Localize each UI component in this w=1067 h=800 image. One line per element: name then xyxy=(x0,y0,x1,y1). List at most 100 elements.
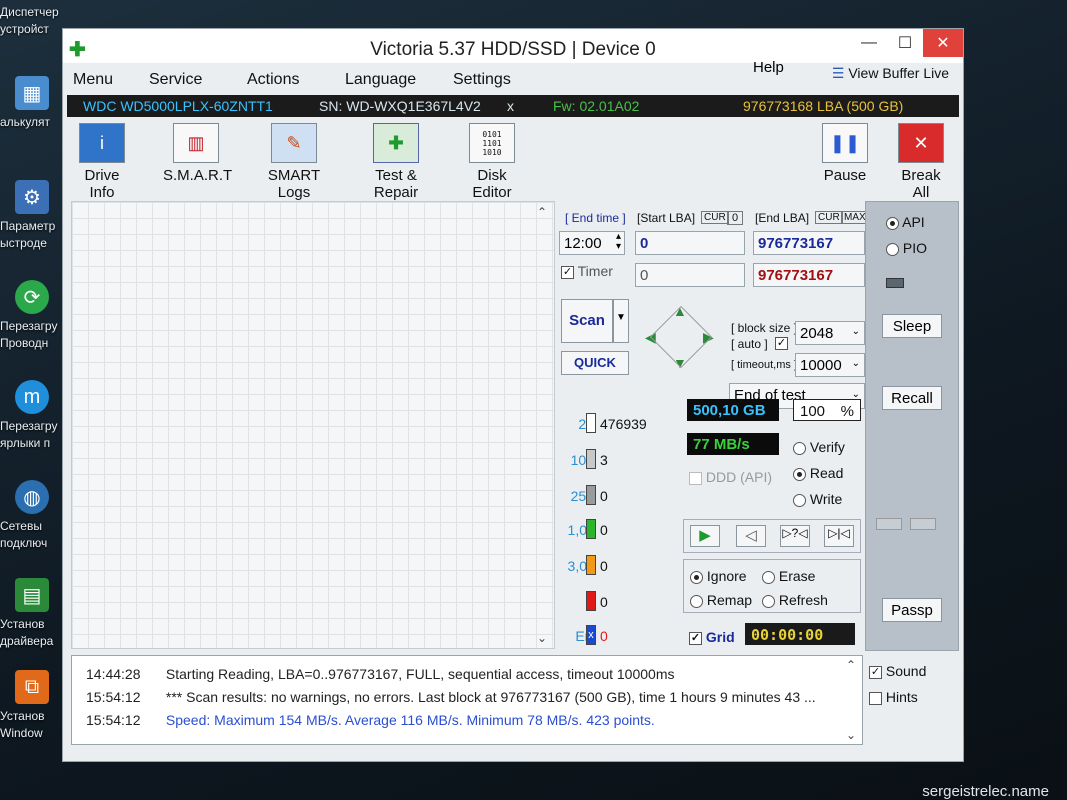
action-mode-group: Ignore Erase Remap Refresh xyxy=(683,559,861,613)
test-repair-button[interactable]: ✚ Test & Repair xyxy=(353,123,439,201)
desktop-icon-driver-install[interactable]: ▤ Установ драйвера xyxy=(0,578,64,650)
scan-button[interactable]: Scan xyxy=(561,299,613,343)
skip-random-icon[interactable]: ▷?◁ xyxy=(780,525,810,547)
ignore-label: Ignore xyxy=(706,568,747,584)
erase-radio[interactable]: Erase xyxy=(762,568,815,584)
scan-map-grid[interactable] xyxy=(71,201,555,649)
remap-radio[interactable]: Remap xyxy=(690,592,752,608)
play-icon[interactable]: ▶ xyxy=(690,525,720,547)
start-lba-label: [Start LBA] xyxy=(637,211,696,225)
menu-item-help[interactable]: Help xyxy=(753,59,784,76)
smart-button[interactable]: ▥ S.M.A.R.T xyxy=(163,123,233,184)
end-time-input[interactable]: 12:00 ▴ ▾ xyxy=(559,231,625,255)
menu-item-actions[interactable]: Actions xyxy=(247,71,299,89)
passp-button[interactable]: Passp xyxy=(882,598,942,622)
sound-checkbox[interactable]: ✓ Sound xyxy=(869,663,959,679)
chevron-up-icon[interactable]: ⌃ xyxy=(537,205,547,219)
scanned-size: 500,10 GB xyxy=(687,399,779,421)
smart-logs-button[interactable]: ✎ SMART Logs xyxy=(253,123,335,201)
write-radio[interactable]: Write xyxy=(793,491,842,507)
api-radio[interactable]: API xyxy=(886,214,925,230)
start-lba-zero-button[interactable]: 0 xyxy=(727,211,744,225)
desktop-icon-settings[interactable]: ⚙ Параметр ыстроде xyxy=(0,180,64,252)
timer-checkbox[interactable]: ✓ Timer xyxy=(561,263,613,279)
device-info-bar[interactable]: WDC WD5000LPLX-60ZNTT1 SN: WD-WXQ1E367L4… xyxy=(67,95,959,117)
current-speed: 77 MB/s xyxy=(687,433,779,455)
sleep-button[interactable]: Sleep xyxy=(882,314,942,338)
grid-scrollbar[interactable]: ⌃ ⌄ xyxy=(533,205,551,645)
device-serial: SN: WD-WXQ1E367L4V2 xyxy=(319,98,481,114)
stat-value: 3 xyxy=(600,452,608,468)
log-time: 15:54:12 xyxy=(86,689,141,705)
verify-radio[interactable]: Verify xyxy=(793,439,845,455)
desktop-icon-restart-explorer[interactable]: ⟳ Перезагру Проводн xyxy=(0,280,64,352)
end-time-value: 12:00 xyxy=(564,235,602,252)
ignore-radio[interactable]: Ignore xyxy=(690,568,747,584)
block-size-select[interactable]: 2048 ⌄ xyxy=(795,321,865,345)
desktop-icon-windows-install[interactable]: ⧉ Установ Window xyxy=(0,670,64,742)
menu-item-settings[interactable]: Settings xyxy=(453,71,511,89)
refresh-shortcuts-icon: m xyxy=(15,380,49,414)
menu-item-language[interactable]: Language xyxy=(345,71,416,89)
api-label: API xyxy=(902,214,925,230)
view-buffer-live[interactable]: ☰ View Buffer Live xyxy=(832,65,949,82)
chevron-down-icon[interactable]: ⌄ xyxy=(537,631,547,645)
small-toggle-icon[interactable] xyxy=(876,518,902,530)
break-all-button[interactable]: ✕ Break All xyxy=(893,123,949,201)
auto-checkbox[interactable]: ✓ xyxy=(775,337,788,350)
menu-item-menu[interactable]: Menu xyxy=(73,71,113,89)
desktop-icon-network[interactable]: ◍ Сетевы подключ xyxy=(0,480,64,552)
drive-info-button[interactable]: i Drive Info xyxy=(71,123,133,201)
driver-install-icon: ▤ xyxy=(15,578,49,612)
menu-item-service[interactable]: Service xyxy=(149,71,202,89)
desktop-icon-refresh-shortcuts[interactable]: m Перезагру ярлыки п xyxy=(0,380,64,452)
erase-label: Erase xyxy=(778,568,816,584)
grid-checkbox[interactable]: ✓ Grid xyxy=(689,629,735,645)
timeout-label: [ timeout,ms ] xyxy=(731,359,798,371)
desktop-icon-device-manager[interactable]: Диспетчер устройст xyxy=(0,4,64,38)
maximize-button[interactable]: ☐ xyxy=(887,29,923,57)
quick-button[interactable]: QUICK xyxy=(561,351,629,375)
radio-indicator xyxy=(793,467,806,481)
radio-indicator xyxy=(886,216,899,230)
recall-button[interactable]: Recall xyxy=(882,386,942,410)
pause-button[interactable]: ❚❚ Pause xyxy=(821,123,869,184)
device-close-x[interactable]: x xyxy=(507,98,514,114)
hints-check-icon xyxy=(869,691,882,705)
desktop-icon-calculator[interactable]: ▦ алькулят xyxy=(0,76,64,131)
end-lba-input[interactable]: 976773167 xyxy=(753,231,865,255)
pio-radio[interactable]: PIO xyxy=(886,240,927,256)
read-radio[interactable]: Read xyxy=(793,465,843,481)
minimize-button[interactable]: — xyxy=(851,29,887,57)
radio-indicator xyxy=(690,570,703,584)
refresh-radio[interactable]: Refresh xyxy=(762,592,828,608)
close-button[interactable]: ✕ xyxy=(923,29,963,57)
ddd-api-checkbox[interactable]: DDD (API) xyxy=(689,469,772,485)
windows-install-icon: ⧉ xyxy=(15,670,49,704)
medical-cross-icon: ✚ xyxy=(373,123,419,163)
spinner-icon[interactable]: ▴ ▾ xyxy=(616,232,621,252)
to-end-icon[interactable]: ▷|◁ xyxy=(824,525,854,547)
network-icon: ◍ xyxy=(15,480,49,514)
grid-check-icon: ✓ xyxy=(689,631,702,645)
end-lba-cur-button[interactable]: CUR xyxy=(815,211,843,224)
smart-label: S.M.A.R.T xyxy=(163,167,233,184)
window-controls: — ☐ ✕ xyxy=(851,29,963,57)
start-lba-input[interactable]: 0 xyxy=(635,231,745,255)
disk-editor-button[interactable]: 0101 1101 1010 Disk Editor xyxy=(457,123,527,201)
back-icon[interactable]: ◁ xyxy=(736,525,766,547)
timeout-value: 10000 xyxy=(800,357,842,374)
title-bar[interactable]: ✚ Victoria 5.37 HDD/SSD | Device 0 — ☐ ✕ xyxy=(63,29,963,63)
start-lba-cur-button[interactable]: CUR xyxy=(701,211,729,224)
percent-sign: % xyxy=(840,403,854,420)
hints-checkbox[interactable]: Hints xyxy=(869,689,959,705)
event-log[interactable]: 14:44:28 Starting Reading, LBA=0..976773… xyxy=(71,655,863,745)
chevron-up-icon[interactable]: ⌃ xyxy=(846,658,856,672)
small-toggle-icon[interactable] xyxy=(910,518,936,530)
desktop-icon-label: Диспетчер устройст xyxy=(0,5,59,36)
scan-dropdown-icon[interactable]: ▼ xyxy=(613,299,629,343)
info-icon: i xyxy=(79,123,125,163)
chevron-down-icon[interactable]: ⌄ xyxy=(846,728,856,742)
timeout-select[interactable]: 10000 ⌄ xyxy=(795,353,865,377)
stat-row: 1,0s 0 xyxy=(556,519,682,543)
